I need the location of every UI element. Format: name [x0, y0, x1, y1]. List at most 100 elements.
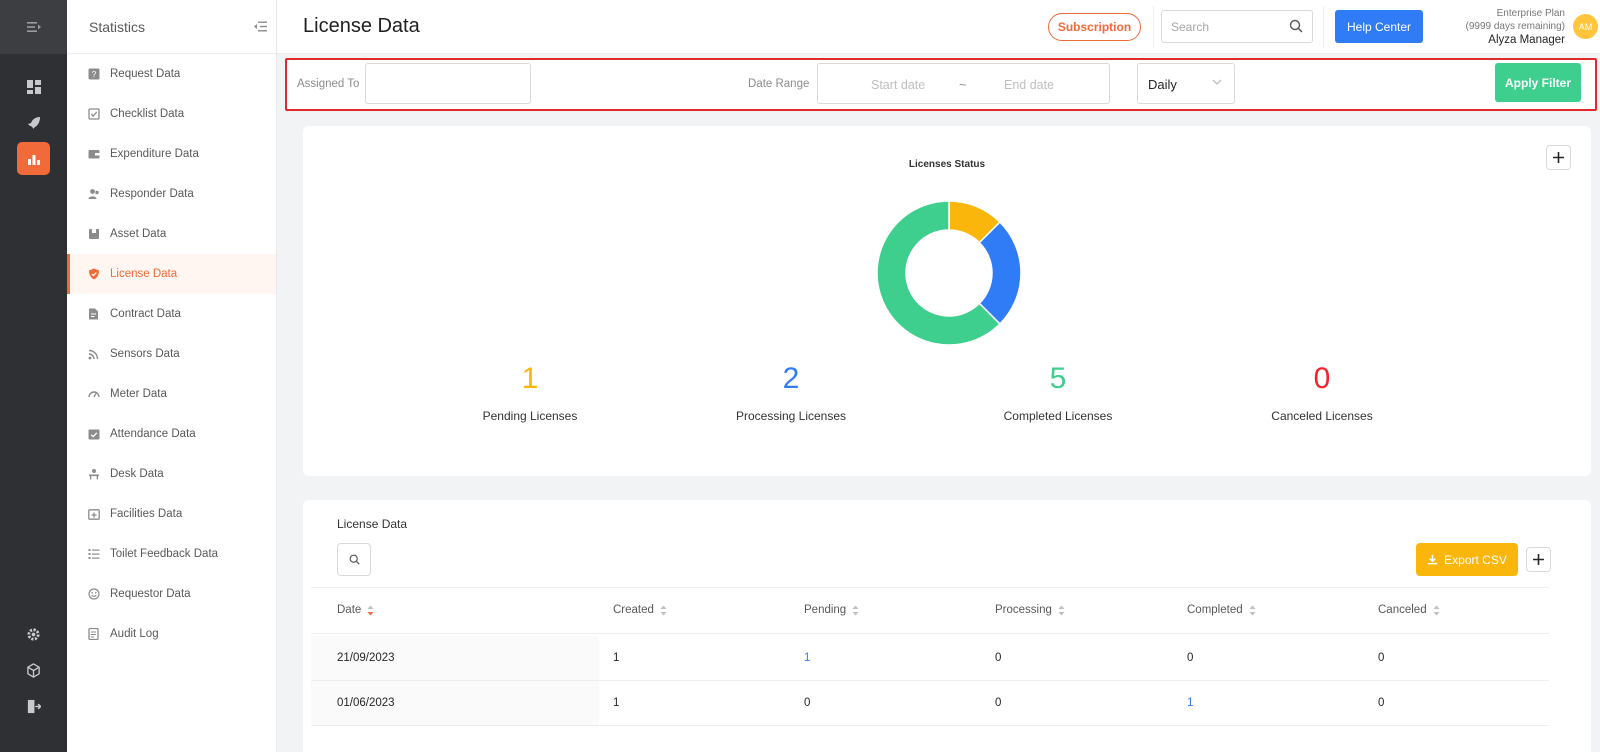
submenu-header: Statistics	[67, 0, 276, 54]
sidebar-item-audit-log[interactable]: Audit Log	[67, 614, 276, 654]
license-status-donut	[876, 200, 1022, 346]
search-icon[interactable]	[1289, 19, 1303, 33]
list-icon	[87, 548, 100, 561]
sort-icon[interactable]	[1058, 605, 1065, 616]
signal-icon	[87, 348, 100, 361]
assigned-to-label: Assigned To	[297, 78, 360, 90]
add-widget-button[interactable]	[1546, 145, 1571, 170]
sidebar-item-asset-data[interactable]: Asset Data	[67, 214, 276, 254]
sidebar-item-label: Asset Data	[110, 228, 167, 240]
sidebar-item-label: Facilities Data	[110, 508, 183, 520]
assigned-to-input[interactable]	[365, 63, 531, 104]
column-header-pending[interactable]: Pending	[804, 604, 859, 616]
chart-title: Licenses Status	[908, 159, 986, 170]
column-header-date[interactable]: Date	[337, 604, 374, 616]
sidebar-item-label: Contract Data	[110, 308, 181, 320]
plus-icon	[1533, 554, 1544, 565]
help-center-button[interactable]: Help Center	[1335, 10, 1423, 43]
column-header-label: Completed	[1187, 604, 1243, 616]
collapse-menu-icon[interactable]	[250, 17, 270, 37]
box-icon	[87, 228, 100, 241]
column-header-completed[interactable]: Completed	[1187, 604, 1256, 616]
plan-days-remaining: (9999 days remaining)	[1465, 21, 1566, 32]
license-status-card: Licenses Status 1 Pending Licenses 2 Proces…	[303, 126, 1591, 476]
sidebar-item-requestor-data[interactable]: Requestor Data	[67, 574, 276, 614]
sidebar-item-desk-data[interactable]: Desk Data	[67, 454, 276, 494]
search-icon	[349, 554, 360, 565]
export-csv-button[interactable]: Export CSV	[1416, 543, 1518, 576]
cell-created: 1	[613, 697, 620, 709]
stat-value: 2	[782, 362, 800, 395]
avatar[interactable]: AM	[1573, 14, 1598, 39]
cell-canceled: 0	[1378, 697, 1385, 709]
date-range-label: Date Range	[748, 78, 810, 90]
gear-icon[interactable]	[17, 618, 50, 651]
interval-select[interactable]: Daily	[1137, 63, 1235, 104]
question-square-icon: ?	[87, 68, 100, 81]
sidebar-item-meter-data[interactable]: Meter Data	[67, 374, 276, 414]
sidebar-item-responder-data[interactable]: Responder Data	[67, 174, 276, 214]
rocket-icon[interactable]	[17, 106, 50, 139]
sidebar-item-toilet-feedback-data[interactable]: Toilet Feedback Data	[67, 534, 276, 574]
dashboard-icon[interactable]	[17, 70, 50, 103]
plus-icon	[1553, 152, 1564, 163]
statistics-icon[interactable]	[17, 142, 50, 175]
plan-info: Enterprise Plan (9999 days remaining) Al…	[1427, 7, 1566, 48]
column-header-label: Canceled	[1378, 604, 1427, 616]
column-header-processing[interactable]: Processing	[995, 604, 1065, 616]
stat-label: Pending Licenses	[482, 409, 578, 423]
cell-pending[interactable]: 1	[804, 652, 810, 664]
stat-pending-licenses: 1 Pending Licenses	[450, 362, 610, 423]
table-search-button[interactable]	[337, 543, 371, 576]
sidebar-item-label: Responder Data	[110, 188, 194, 200]
column-header-created[interactable]: Created	[613, 604, 667, 616]
sidebar-item-expenditure-data[interactable]: Expenditure Data	[67, 134, 276, 174]
user-group-icon	[87, 188, 100, 201]
sidebar-item-sensors-data[interactable]: Sensors Data	[67, 334, 276, 374]
sidebar-item-license-data[interactable]: License Data	[67, 254, 276, 294]
sidebar-item-facilities-data[interactable]: Facilities Data	[67, 494, 276, 534]
stat-value: 5	[1049, 362, 1067, 395]
audit-icon	[87, 628, 100, 641]
sidebar-item-label: License Data	[110, 268, 178, 280]
add-column-button[interactable]	[1526, 547, 1551, 572]
sidebar-item-label: Audit Log	[110, 628, 159, 640]
sort-icon[interactable]	[1433, 605, 1440, 616]
apply-filter-button[interactable]: Apply Filter	[1495, 63, 1581, 102]
cell-pending: 0	[804, 697, 811, 709]
sidebar-item-attendance-data[interactable]: Attendance Data	[67, 414, 276, 454]
smile-icon	[87, 588, 100, 601]
table-row[interactable]: 21/09/2023 1 1 0 0 0	[311, 636, 1549, 681]
cell-date: 01/06/2023	[337, 697, 395, 709]
sort-icon[interactable]	[852, 605, 859, 616]
subscription-button[interactable]: Subscription	[1048, 13, 1141, 41]
cell-completed[interactable]: 1	[1187, 697, 1193, 709]
wallet-icon	[87, 148, 100, 161]
sidebar-item-checklist-data[interactable]: Checklist Data	[67, 94, 276, 134]
sort-icon[interactable]	[1249, 605, 1256, 616]
stat-value: 1	[521, 362, 539, 395]
logout-icon[interactable]	[17, 690, 50, 723]
date-range-picker[interactable]: Start date ~ End date	[817, 63, 1110, 104]
export-csv-label: Export CSV	[1444, 552, 1507, 567]
table-row[interactable]: 01/06/2023 1 0 0 1 0	[311, 681, 1549, 726]
user-name[interactable]: Alyza Manager	[1427, 33, 1565, 48]
sidebar-item-request-data[interactable]: ? Request Data	[67, 54, 276, 94]
sidebar-item-label: Meter Data	[110, 388, 167, 400]
sidebar-item-label: Checklist Data	[110, 108, 185, 120]
menu-toggle[interactable]	[0, 0, 67, 54]
sort-icon[interactable]	[367, 605, 374, 616]
column-header-canceled[interactable]: Canceled	[1378, 604, 1440, 616]
gauge-icon	[87, 388, 100, 401]
end-date-input[interactable]: End date	[1004, 78, 1054, 92]
cube-icon[interactable]	[17, 654, 50, 687]
search-box	[1161, 10, 1313, 43]
start-date-input[interactable]: Start date	[871, 78, 925, 92]
top-header: License Data Subscription Help Center En…	[277, 0, 1600, 54]
sort-icon[interactable]	[660, 605, 667, 616]
cell-processing: 0	[995, 697, 1002, 709]
sidebar-item-label: Attendance Data	[110, 428, 196, 440]
stat-processing-licenses: 2 Processing Licenses	[711, 362, 871, 423]
sidebar-item-contract-data[interactable]: Contract Data	[67, 294, 276, 334]
search-input[interactable]	[1162, 11, 1272, 42]
